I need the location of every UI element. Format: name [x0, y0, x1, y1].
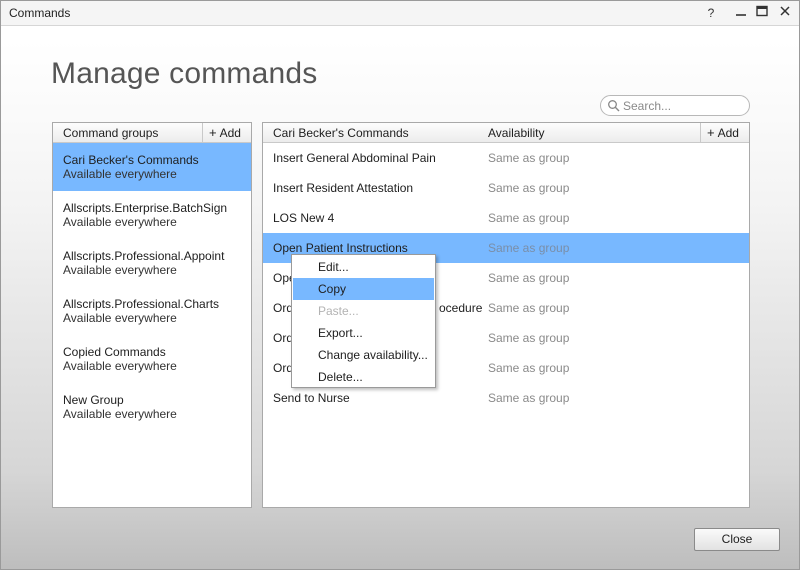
search-box[interactable]: [600, 95, 750, 116]
menu-item-export[interactable]: Export...: [293, 322, 434, 344]
minimize-icon[interactable]: [731, 4, 751, 22]
command-availability: Same as group: [488, 211, 570, 225]
menu-item-delete[interactable]: Delete...: [293, 366, 434, 388]
add-group-button[interactable]: + Add: [202, 123, 251, 142]
command-name-suffix: ocedure: [439, 301, 483, 315]
command-row[interactable]: Insert Resident Attestation Same as grou…: [263, 173, 749, 203]
group-name: Copied Commands: [63, 345, 166, 359]
title-bar: Commands ?: [1, 1, 799, 26]
command-availability: Same as group: [488, 181, 570, 195]
group-item[interactable]: New Group Available everywhere: [53, 383, 251, 431]
maximize-icon[interactable]: [752, 4, 772, 22]
menu-item-copy[interactable]: Copy: [293, 278, 434, 300]
command-availability: Same as group: [488, 151, 570, 165]
plus-icon: +: [209, 125, 217, 140]
help-icon[interactable]: ?: [701, 4, 721, 22]
context-menu: Edit... Copy Paste... Export... Change a…: [291, 254, 436, 388]
group-availability: Available everywhere: [63, 407, 177, 421]
command-row[interactable]: Insert General Abdominal Pain Same as gr…: [263, 143, 749, 173]
command-availability: Same as group: [488, 331, 570, 345]
group-name: Allscripts.Professional.Charts: [63, 297, 220, 311]
command-name: Insert General Abdominal Pain: [273, 151, 436, 165]
commands-header: Cari Becker's Commands Availability + Add: [263, 123, 749, 143]
commands-window: Commands ? Manage commands Command group…: [0, 0, 800, 570]
group-item[interactable]: Allscripts.Professional.Charts Available…: [53, 287, 251, 335]
commands-header-availability: Availability: [488, 126, 545, 140]
group-availability: Available everywhere: [63, 215, 177, 229]
group-name: Cari Becker's Commands: [63, 153, 199, 167]
command-name: Send to Nurse: [273, 391, 350, 405]
group-name: Allscripts.Professional.Appoint: [63, 249, 225, 263]
window-title: Commands: [9, 6, 71, 20]
command-availability: Same as group: [488, 391, 570, 405]
group-name: Allscripts.Enterprise.BatchSign: [63, 201, 228, 215]
command-row[interactable]: LOS New 4 Same as group: [263, 203, 749, 233]
groups-header-label: Command groups: [63, 126, 159, 140]
command-name: LOS New 4: [273, 211, 335, 225]
command-availability: Same as group: [488, 361, 570, 375]
plus-icon: +: [707, 125, 715, 140]
command-availability: Same as group: [488, 271, 570, 285]
add-group-label: Add: [219, 126, 241, 140]
groups-list: Cari Becker's Commands Available everywh…: [53, 143, 251, 431]
menu-item-change-availability[interactable]: Change availability...: [293, 344, 434, 366]
group-item[interactable]: Cari Becker's Commands Available everywh…: [53, 143, 251, 191]
menu-item-paste[interactable]: Paste...: [293, 300, 434, 322]
group-availability: Available everywhere: [63, 359, 177, 373]
command-name: Insert Resident Attestation: [273, 181, 414, 195]
group-name: New Group: [63, 393, 124, 407]
search-input[interactable]: [621, 98, 743, 113]
close-button[interactable]: Close: [694, 528, 780, 551]
group-item[interactable]: Allscripts.Enterprise.BatchSign Availabl…: [53, 191, 251, 239]
command-name: Ord: [273, 361, 294, 375]
command-availability: Same as group: [488, 301, 570, 315]
group-item[interactable]: Allscripts.Professional.Appoint Availabl…: [53, 239, 251, 287]
group-availability: Available everywhere: [63, 263, 177, 277]
search-icon: [607, 99, 621, 113]
commands-header-name: Cari Becker's Commands: [273, 126, 409, 140]
add-command-label: Add: [717, 126, 739, 140]
group-item[interactable]: Copied Commands Available everywhere: [53, 335, 251, 383]
command-name: Ord: [273, 301, 294, 315]
group-availability: Available everywhere: [63, 167, 177, 181]
add-command-button[interactable]: + Add: [700, 123, 749, 142]
command-groups-panel: Command groups + Add Cari Becker's Comman…: [52, 122, 252, 508]
menu-item-edit[interactable]: Edit...: [293, 256, 434, 278]
command-name: Ord: [273, 331, 294, 345]
group-availability: Available everywhere: [63, 311, 177, 325]
groups-header: Command groups + Add: [53, 123, 251, 143]
command-availability: Same as group: [488, 241, 570, 255]
close-icon[interactable]: [775, 4, 795, 22]
command-name: Open Patient Instructions: [273, 241, 408, 255]
page-title: Manage commands: [51, 57, 318, 90]
